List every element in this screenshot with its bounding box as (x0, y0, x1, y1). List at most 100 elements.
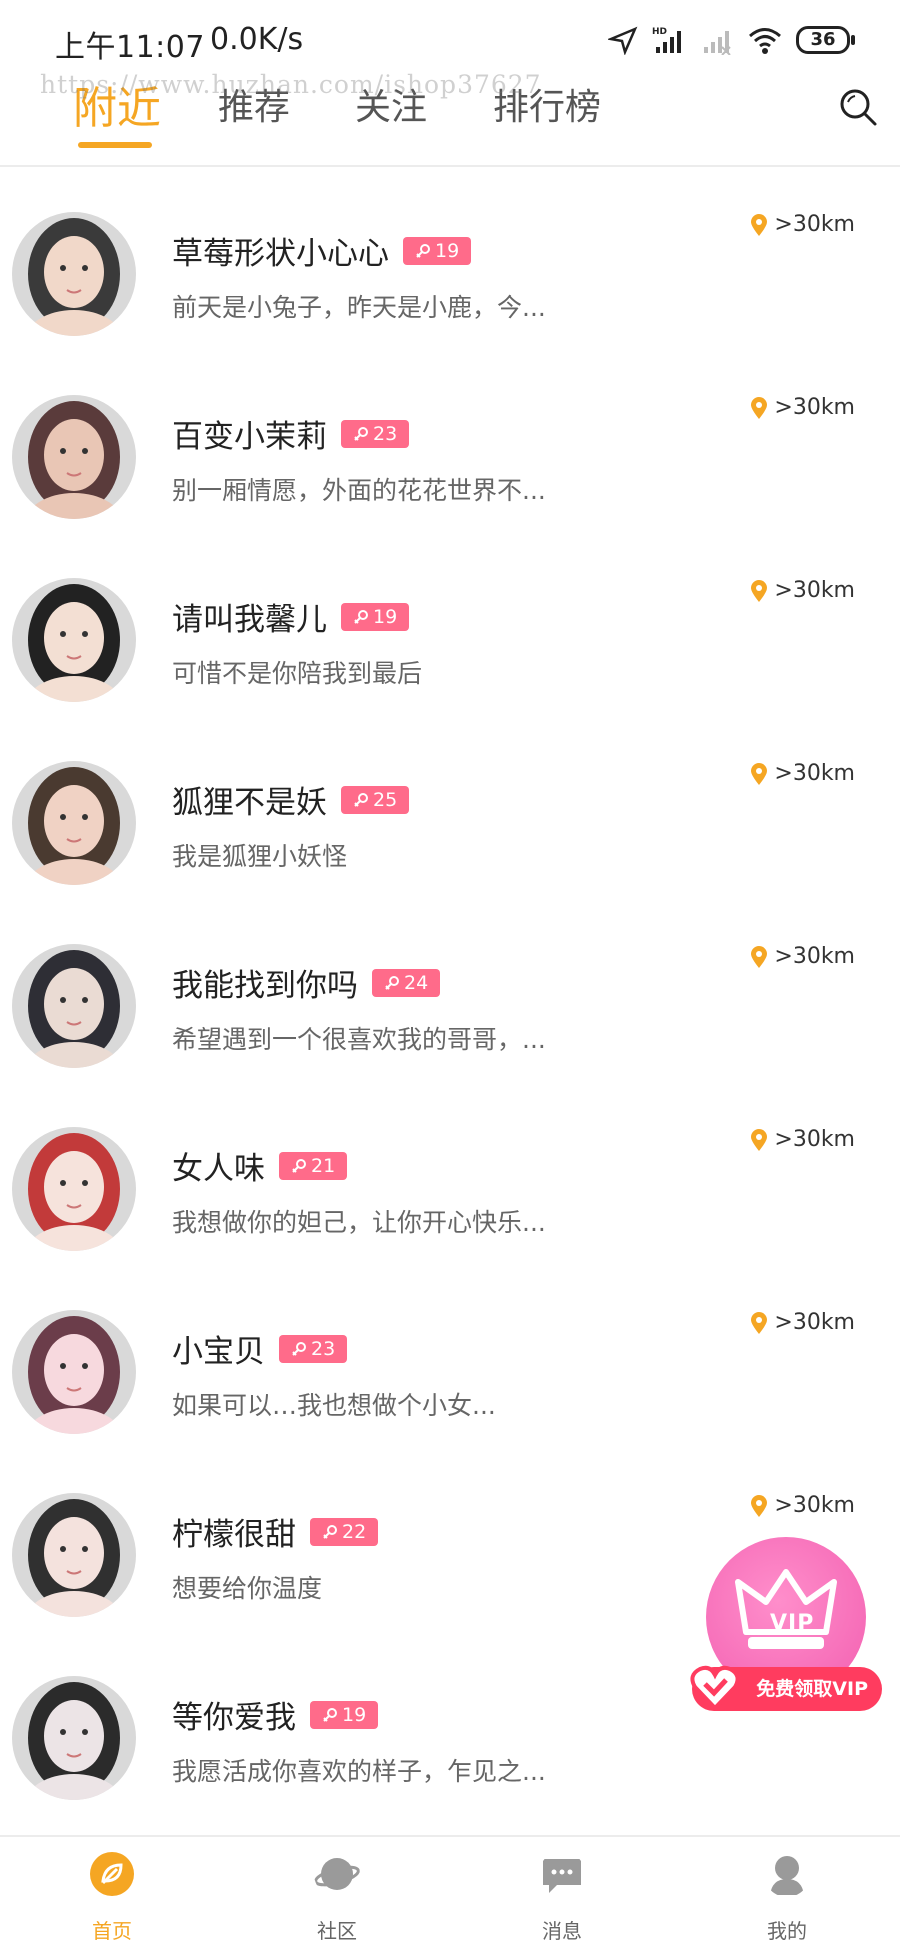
user-name: 草莓形状小心心 (172, 236, 389, 272)
user-bio: 我想做你的妲己，让你开心快乐... (172, 1208, 546, 1237)
distance-value: >30km (774, 395, 855, 420)
name-line: 我能找到你吗 24 (172, 960, 441, 1005)
name-line: 请叫我馨儿 19 (172, 594, 410, 639)
user-list-item[interactable]: 请叫我馨儿 19 可惜不是你陪我到最后 >30km (0, 536, 900, 719)
age-badge: 21 (279, 1151, 348, 1180)
distance-value: >30km (774, 1310, 855, 1335)
user-name: 狐狸不是妖 (172, 785, 327, 821)
user-list-item[interactable]: 百变小茉莉 23 别一厢情愿，外面的花花世界不... >30km (0, 353, 900, 536)
distance-value: >30km (774, 578, 855, 603)
distance: >30km (750, 1493, 855, 1518)
name-line: 小宝贝 23 (172, 1326, 348, 1371)
age-value: 24 (404, 971, 429, 994)
user-list-item[interactable]: 狐狸不是妖 25 我是狐狸小妖怪 >30km (0, 719, 900, 902)
user-bio: 如果可以…我也想做个小女... (172, 1391, 496, 1420)
user-list-item[interactable]: 我能找到你吗 24 希望遇到一个很喜欢我的哥哥，... >30km (0, 902, 900, 1085)
name-line: 柠檬很甜 22 (172, 1509, 379, 1554)
distance: >30km (750, 212, 855, 237)
location-arrow-icon (608, 26, 638, 55)
age-value: 23 (311, 1337, 336, 1360)
age-value: 22 (342, 1520, 367, 1543)
age-value: 25 (373, 788, 398, 811)
age-value: 23 (373, 422, 398, 445)
distance: >30km (750, 944, 855, 969)
user-bio: 希望遇到一个很喜欢我的哥哥，... (172, 1025, 546, 1054)
female-icon (354, 609, 368, 624)
user-list-item[interactable]: 女人味 21 我想做你的妲己，让你开心快乐... >30km (0, 1085, 900, 1268)
location-pin-icon (751, 1494, 768, 1517)
user-bio: 我是狐狸小妖怪 (172, 842, 348, 871)
status-time: 上午11:07 (55, 30, 205, 65)
user-list-item[interactable]: 小宝贝 23 如果可以…我也想做个小女... >30km (0, 1268, 900, 1451)
bottom-nav: 首页 社区 消息 我的 (0, 1835, 900, 1952)
location-pin-icon (751, 579, 768, 602)
female-icon (416, 243, 430, 258)
nav-profile[interactable]: 我的 (727, 1851, 847, 1944)
age-value: 19 (342, 1703, 367, 1726)
avatar[interactable] (12, 1676, 136, 1800)
distance-value: >30km (774, 761, 855, 786)
avatar[interactable] (12, 578, 136, 702)
avatar[interactable] (12, 761, 136, 885)
female-icon (354, 792, 368, 807)
watermark: https://www.huzhan.com/ishop37627 (40, 70, 542, 99)
avatar[interactable] (12, 944, 136, 1068)
user-name: 等你爱我 (172, 1700, 296, 1736)
user-bio: 想要给你温度 (172, 1574, 323, 1603)
location-pin-icon (751, 762, 768, 785)
avatar[interactable] (12, 395, 136, 519)
active-tab-indicator (78, 142, 152, 148)
vip-floating-button[interactable]: VIP 免费领取VIP (690, 1537, 882, 1712)
avatar[interactable] (12, 212, 136, 336)
name-line: 百变小茉莉 23 (172, 411, 410, 456)
age-badge: 19 (403, 236, 472, 265)
age-value: 19 (435, 239, 460, 262)
name-line: 等你爱我 19 (172, 1692, 379, 1737)
nav-community-label: 社区 (317, 1919, 357, 1943)
user-list-item[interactable]: 草莓形状小心心 19 前天是小兔子，昨天是小鹿，今... >30km (0, 170, 900, 353)
distance-value: >30km (774, 1493, 855, 1518)
avatar[interactable] (12, 1127, 136, 1251)
signal-hd-icon: HD (652, 27, 681, 53)
nav-messages-label: 消息 (542, 1919, 582, 1943)
female-icon (292, 1341, 306, 1356)
user-name: 小宝贝 (172, 1334, 265, 1370)
name-line: 狐狸不是妖 25 (172, 777, 410, 822)
nav-home-label: 首页 (92, 1919, 132, 1943)
user-bio: 前天是小兔子，昨天是小鹿，今... (172, 293, 546, 322)
location-pin-icon (751, 945, 768, 968)
female-icon (354, 426, 368, 441)
distance: >30km (750, 578, 855, 603)
header-divider (0, 165, 900, 167)
nav-community[interactable]: 社区 (277, 1851, 397, 1944)
network-speed: 0.0K/s (210, 22, 304, 57)
user-bio: 别一厢情愿，外面的花花世界不... (172, 476, 546, 505)
message-icon (543, 1859, 581, 1893)
user-name: 柠檬很甜 (172, 1517, 296, 1553)
profile-icon (770, 1856, 804, 1895)
avatar[interactable] (12, 1493, 136, 1617)
user-bio: 我愿活成你喜欢的样子，乍见之... (172, 1757, 546, 1786)
distance-value: >30km (774, 1127, 855, 1152)
age-value: 19 (373, 605, 398, 628)
nav-messages[interactable]: 消息 (502, 1851, 622, 1944)
wifi-icon (749, 28, 781, 54)
distance: >30km (750, 1310, 855, 1335)
user-name: 女人味 (172, 1151, 265, 1187)
age-badge: 24 (372, 968, 441, 997)
search-icon[interactable] (836, 85, 880, 129)
avatar[interactable] (12, 1310, 136, 1434)
name-line: 草莓形状小心心 19 (172, 228, 472, 273)
location-pin-icon (751, 1128, 768, 1151)
planet-icon (314, 1858, 360, 1890)
distance-value: >30km (774, 944, 855, 969)
female-icon (385, 975, 399, 990)
female-icon (292, 1158, 306, 1173)
status-bar: 上午11:07 0.0K/s HD 36 (0, 0, 900, 80)
user-name: 请叫我馨儿 (172, 602, 327, 638)
distance-value: >30km (774, 212, 855, 237)
age-badge: 19 (341, 602, 410, 631)
battery-icon: 36 (796, 26, 855, 54)
nav-home[interactable]: 首页 (52, 1851, 172, 1944)
female-icon (323, 1524, 337, 1539)
